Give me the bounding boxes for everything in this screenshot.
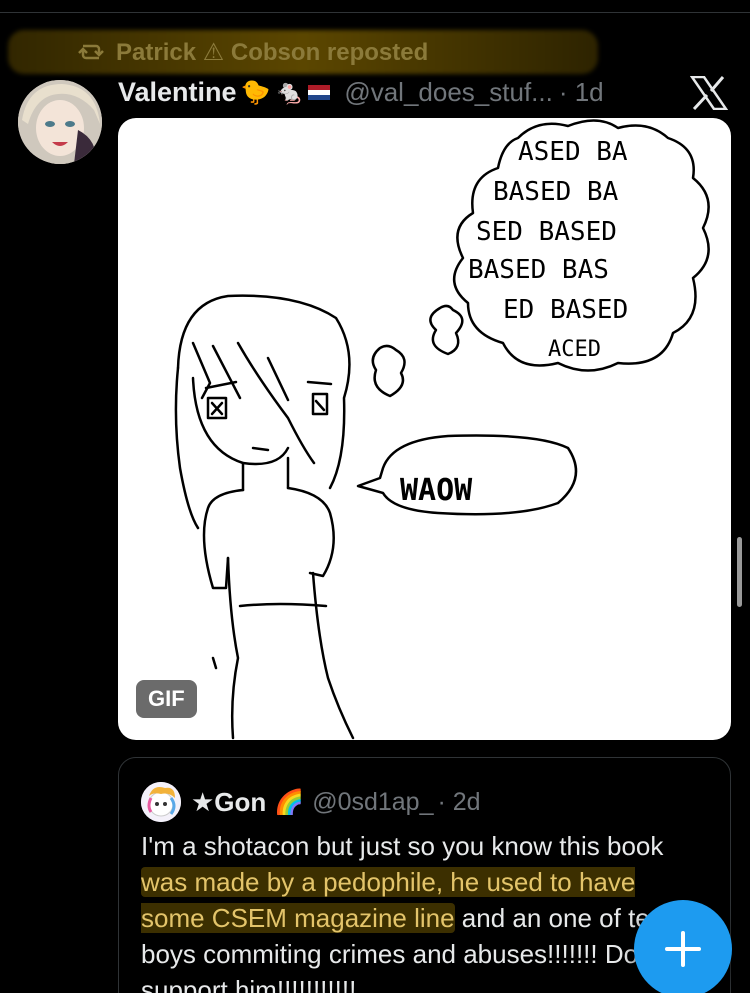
repost-label[interactable]: Patrick ⚠ Cobson reposted <box>116 38 428 67</box>
quote-handle[interactable]: @0sd1ap_ <box>312 788 433 817</box>
thought-text-1: ASED BA <box>518 137 628 167</box>
gif-badge: GIF <box>136 680 197 718</box>
thought-text-3: SED BASED <box>476 217 617 247</box>
scrollbar[interactable] <box>737 537 742 607</box>
thought-text-4: BASED BAS <box>468 255 609 285</box>
handle[interactable]: @val_does_stuf... <box>344 77 553 108</box>
thought-text-6: ACED <box>548 337 601 362</box>
quote-avatar[interactable] <box>141 782 181 822</box>
avatar[interactable] <box>18 80 102 164</box>
compose-button[interactable] <box>634 900 732 993</box>
chick-emoji-icon: 🐤 <box>240 78 271 106</box>
rainbow-emoji-icon: 🌈 <box>274 788 305 816</box>
speech-text: WAOW <box>400 473 473 508</box>
display-name[interactable]: Valentine <box>118 77 237 108</box>
x-logo-icon[interactable] <box>690 76 728 110</box>
drawing-illustration: WAOW ASED BA BASED BA SED BASED BASED BA… <box>174 119 710 740</box>
gif-media[interactable]: WAOW ASED BA BASED BA SED BASED BASED BA… <box>118 118 731 740</box>
quote-body: I'm a shotacon but just so you know this… <box>141 828 701 993</box>
rat-emoji-icon: 🐁 <box>274 78 305 106</box>
name-emojis: 🐤 🐁 <box>241 78 331 107</box>
timestamp[interactable]: · 1d <box>559 77 604 108</box>
quote-text-2: and an <box>454 903 542 933</box>
netherlands-flag-icon <box>308 84 331 100</box>
quote-header: ★Gon 🌈 @0sd1ap_ · 2d <box>141 782 481 822</box>
quote-text-1: I'm a shotacon but just so you know this… <box>141 831 664 861</box>
top-divider <box>0 12 750 13</box>
thought-text-2: BASED BA <box>493 177 619 207</box>
plus-icon <box>665 931 701 967</box>
thought-text-5: ED BASED <box>503 295 628 325</box>
quote-timestamp[interactable]: · 2d <box>438 788 481 817</box>
tweet-header: Valentine 🐤 🐁 @val_does_stuf... · 1d <box>118 72 604 112</box>
quote-display-name[interactable]: ★Gon <box>191 787 266 818</box>
repost-icon <box>78 44 104 60</box>
